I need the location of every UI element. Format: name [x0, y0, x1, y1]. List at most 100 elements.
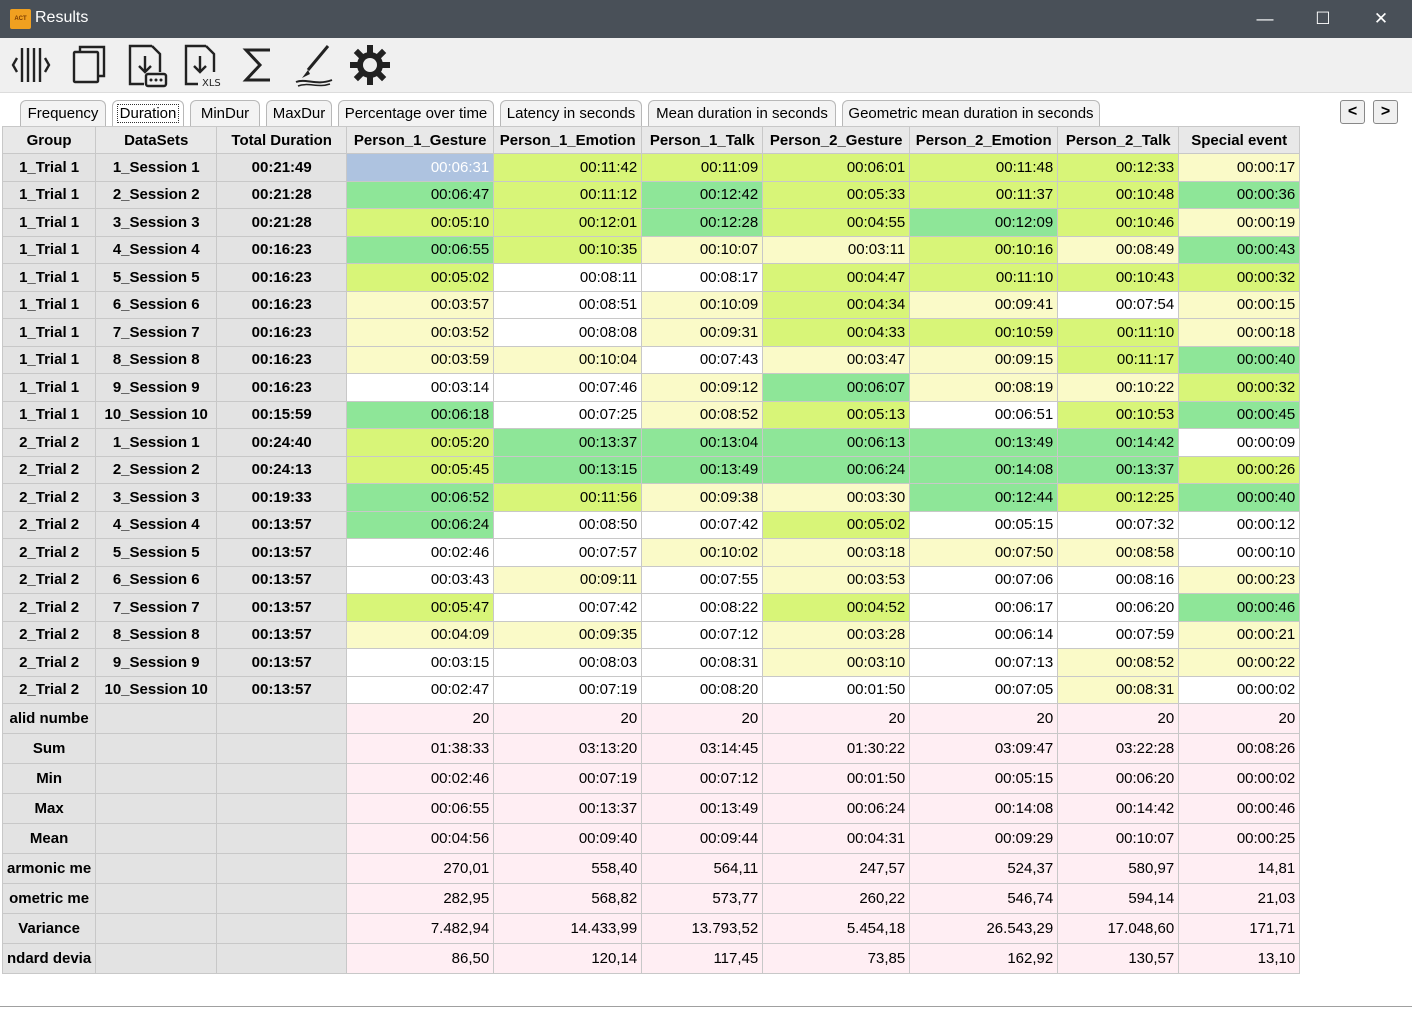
dataset-cell[interactable]: 2_Session 2	[95, 180, 218, 209]
dataset-cell[interactable]: 9_Session 9	[95, 373, 218, 402]
value-cell[interactable]: 00:11:09	[641, 153, 764, 182]
maximize-button[interactable]: ☐	[1294, 0, 1352, 38]
dataset-cell[interactable]: 9_Session 9	[95, 648, 218, 677]
stats-label[interactable]: armonic me	[2, 853, 97, 884]
tab-percentage-over-time[interactable]: Percentage over time	[338, 100, 494, 127]
stats-value-cell[interactable]: 162,92	[909, 943, 1059, 974]
stats-value-cell[interactable]: 568,82	[493, 883, 643, 914]
column-header[interactable]: Person_2_Gesture	[762, 126, 911, 154]
stats-value-cell[interactable]: 00:00:02	[1178, 763, 1301, 794]
value-cell[interactable]: 00:03:11	[762, 235, 911, 264]
group-cell[interactable]: 2_Trial 2	[2, 538, 97, 567]
copy-button[interactable]	[66, 42, 110, 88]
stats-value-cell[interactable]: 20	[346, 703, 495, 734]
value-cell[interactable]: 00:07:54	[1057, 290, 1180, 319]
value-cell[interactable]: 00:00:40	[1178, 345, 1301, 374]
stats-value-cell[interactable]: 00:07:19	[493, 763, 643, 794]
value-cell[interactable]: 00:00:02	[1178, 675, 1301, 704]
value-cell[interactable]: 00:05:13	[762, 400, 911, 429]
group-cell[interactable]: 2_Trial 2	[2, 510, 97, 539]
value-cell[interactable]: 00:06:01	[762, 153, 911, 182]
value-cell[interactable]: 00:05:47	[346, 593, 495, 622]
value-cell[interactable]: 00:06:24	[762, 455, 911, 484]
total-duration-cell[interactable]: 00:24:13	[216, 455, 348, 484]
stats-value-cell[interactable]: 00:09:44	[641, 823, 764, 854]
minimize-button[interactable]: —	[1236, 0, 1294, 38]
stats-value-cell[interactable]: 594,14	[1057, 883, 1180, 914]
stats-value-cell[interactable]: 580,97	[1057, 853, 1180, 884]
value-cell[interactable]: 00:00:09	[1178, 428, 1301, 457]
group-cell[interactable]: 2_Trial 2	[2, 565, 97, 594]
value-cell[interactable]: 00:12:01	[493, 208, 643, 237]
stats-label[interactable]: ometric me	[2, 883, 97, 914]
value-cell[interactable]: 00:11:12	[493, 180, 643, 209]
total-duration-cell[interactable]: 00:16:23	[216, 235, 348, 264]
value-cell[interactable]: 00:06:20	[1057, 593, 1180, 622]
value-cell[interactable]: 00:11:17	[1057, 345, 1180, 374]
total-duration-cell[interactable]: 00:19:33	[216, 483, 348, 512]
value-cell[interactable]: 00:08:20	[641, 675, 764, 704]
value-cell[interactable]: 00:07:25	[493, 400, 643, 429]
value-cell[interactable]: 00:10:22	[1057, 373, 1180, 402]
dataset-cell[interactable]: 3_Session 3	[95, 208, 218, 237]
value-cell[interactable]: 00:10:16	[909, 235, 1059, 264]
value-cell[interactable]: 00:09:31	[641, 318, 764, 347]
value-cell[interactable]: 00:12:28	[641, 208, 764, 237]
value-cell[interactable]: 00:07:06	[909, 565, 1059, 594]
value-cell[interactable]: 00:07:57	[493, 538, 643, 567]
total-duration-cell[interactable]: 00:16:23	[216, 345, 348, 374]
value-cell[interactable]: 00:00:17	[1178, 153, 1301, 182]
value-cell[interactable]: 00:14:42	[1057, 428, 1180, 457]
stats-label[interactable]: Variance	[2, 913, 97, 944]
value-cell[interactable]: 00:05:33	[762, 180, 911, 209]
stats-value-cell[interactable]: 171,71	[1178, 913, 1301, 944]
value-cell[interactable]: 00:04:52	[762, 593, 911, 622]
stats-value-cell[interactable]: 03:22:28	[1057, 733, 1180, 764]
stats-value-cell[interactable]: 20	[641, 703, 764, 734]
value-cell[interactable]: 00:03:18	[762, 538, 911, 567]
value-cell[interactable]: 00:07:59	[1057, 620, 1180, 649]
dataset-cell[interactable]: 8_Session 8	[95, 620, 218, 649]
value-cell[interactable]: 00:05:10	[346, 208, 495, 237]
results-grid[interactable]: Group DataSets Total Duration Person_1_Gest…	[2, 126, 1410, 1007]
stats-value-cell[interactable]: 01:38:33	[346, 733, 495, 764]
value-cell[interactable]: 00:07:12	[641, 620, 764, 649]
stats-value-cell[interactable]: 00:06:20	[1057, 763, 1180, 794]
value-cell[interactable]: 00:00:12	[1178, 510, 1301, 539]
group-cell[interactable]: 2_Trial 2	[2, 675, 97, 704]
stats-value-cell[interactable]: 282,95	[346, 883, 495, 914]
group-cell[interactable]: 2_Trial 2	[2, 593, 97, 622]
value-cell[interactable]: 00:10:04	[493, 345, 643, 374]
value-cell[interactable]: 00:11:37	[909, 180, 1059, 209]
dataset-cell[interactable]: 3_Session 3	[95, 483, 218, 512]
stats-value-cell[interactable]: 00:06:24	[762, 793, 911, 824]
value-cell[interactable]: 00:03:52	[346, 318, 495, 347]
value-cell[interactable]: 00:07:50	[909, 538, 1059, 567]
stats-value-cell[interactable]: 117,45	[641, 943, 764, 974]
value-cell[interactable]: 00:10:48	[1057, 180, 1180, 209]
value-cell[interactable]: 00:11:56	[493, 483, 643, 512]
total-duration-cell[interactable]: 00:13:57	[216, 510, 348, 539]
value-cell[interactable]: 00:10:02	[641, 538, 764, 567]
group-cell[interactable]: 1_Trial 1	[2, 290, 97, 319]
value-cell[interactable]: 00:09:12	[641, 373, 764, 402]
stats-value-cell[interactable]: 00:04:31	[762, 823, 911, 854]
tab-mindur[interactable]: MinDur	[190, 100, 260, 127]
column-header[interactable]: Total Duration	[216, 126, 348, 154]
total-duration-cell[interactable]: 00:16:23	[216, 263, 348, 292]
stats-value-cell[interactable]: 00:06:55	[346, 793, 495, 824]
column-header[interactable]: Group	[2, 126, 97, 154]
tab-maxdur[interactable]: MaxDur	[266, 100, 332, 127]
dataset-cell[interactable]: 4_Session 4	[95, 235, 218, 264]
value-cell[interactable]: 00:02:46	[346, 538, 495, 567]
value-cell[interactable]: 00:12:42	[641, 180, 764, 209]
value-cell[interactable]: 00:00:15	[1178, 290, 1301, 319]
value-cell[interactable]: 00:04:47	[762, 263, 911, 292]
stats-value-cell[interactable]: 00:09:29	[909, 823, 1059, 854]
value-cell[interactable]: 00:12:33	[1057, 153, 1180, 182]
columns-button[interactable]	[10, 42, 54, 88]
tab-latency-in-seconds[interactable]: Latency in seconds	[500, 100, 642, 127]
value-cell[interactable]: 00:00:40	[1178, 483, 1301, 512]
value-cell[interactable]: 00:03:28	[762, 620, 911, 649]
stats-value-cell[interactable]: 573,77	[641, 883, 764, 914]
